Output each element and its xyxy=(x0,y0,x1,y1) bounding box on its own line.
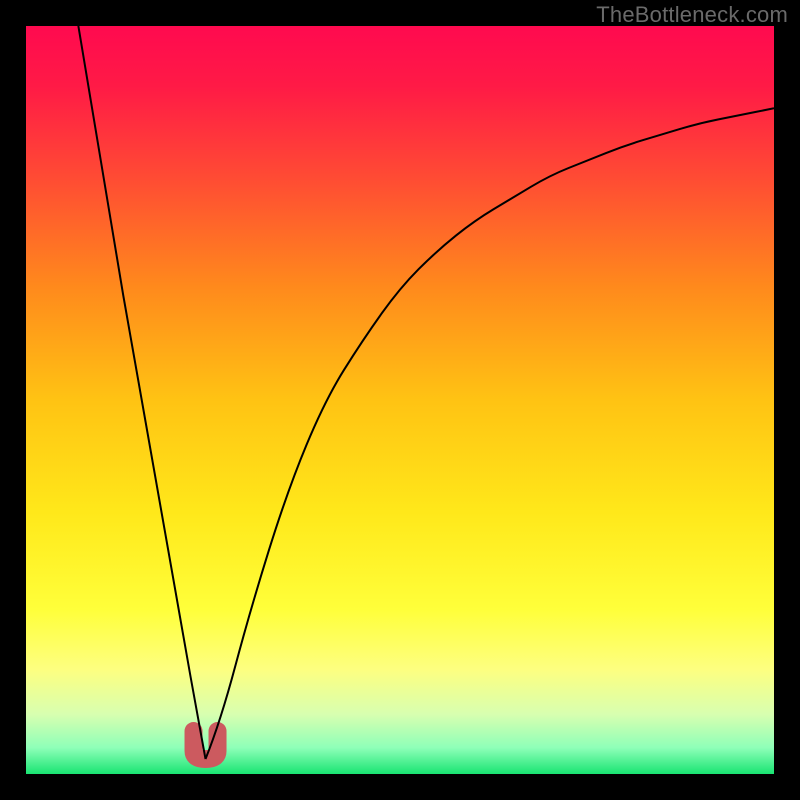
watermark-text: TheBottleneck.com xyxy=(596,2,788,28)
chart-frame xyxy=(26,26,774,774)
curve-left xyxy=(78,26,205,759)
curve-right xyxy=(206,108,774,759)
chart-plot xyxy=(26,26,774,774)
